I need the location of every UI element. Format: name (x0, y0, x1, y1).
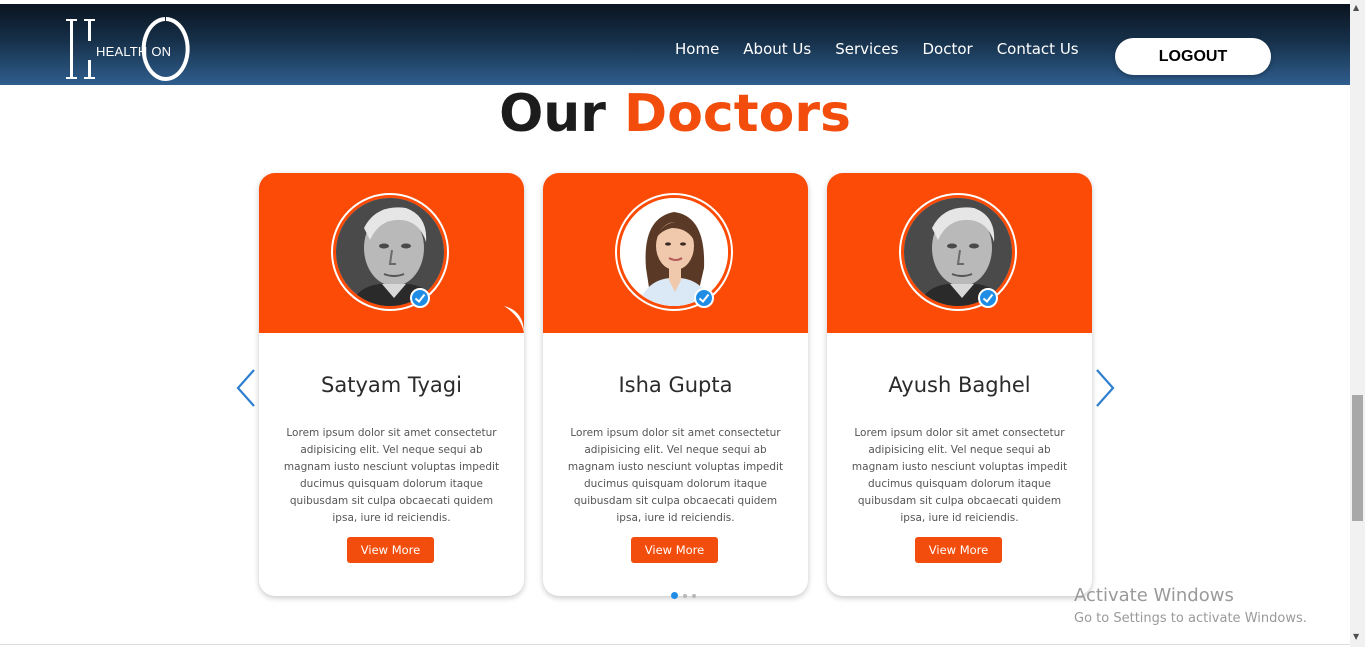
logout-button[interactable]: LOGOUT (1115, 38, 1271, 75)
scroll-up-arrow-icon[interactable]: ▲ (1353, 4, 1359, 12)
verified-badge-icon (978, 288, 998, 308)
bottom-divider (0, 644, 1350, 645)
carousel-next-button[interactable] (1094, 368, 1116, 408)
nav-links: Home About Us Services Doctor Contact Us (675, 40, 1079, 58)
carousel-pagination (671, 592, 696, 599)
verified-badge-icon (694, 288, 714, 308)
title-part-our: Our (499, 84, 606, 144)
card-curve-shape (827, 333, 1092, 363)
doctor-card: Ayush Baghel Lorem ipsum dolor sit amet … (827, 173, 1092, 596)
activate-windows-subtitle: Go to Settings to activate Windows. (1074, 611, 1307, 626)
section-title: Our Doctors (0, 84, 1350, 144)
nav-doctor[interactable]: Doctor (922, 40, 972, 58)
activate-windows-title: Activate Windows (1074, 585, 1234, 606)
page: HEALTH ON Home About Us Services Doctor … (0, 0, 1365, 647)
card-curve-shape (259, 306, 524, 363)
doctor-name: Satyam Tyagi (321, 373, 462, 397)
pagination-dot-active[interactable] (671, 592, 678, 599)
card-curve-shape (543, 333, 808, 363)
doctor-name: Ayush Baghel (888, 373, 1031, 397)
doctor-card: Isha Gupta Lorem ipsum dolor sit amet co… (543, 173, 808, 596)
logo[interactable]: HEALTH ON (66, 16, 191, 82)
pagination-dot[interactable] (683, 593, 687, 598)
doctor-name: Isha Gupta (618, 373, 733, 397)
doctor-description: Lorem ipsum dolor sit amet consectetur a… (851, 427, 1068, 524)
nav-about-us[interactable]: About Us (743, 40, 811, 58)
chevron-left-icon (236, 369, 255, 407)
doctor-card: Satyam Tyagi Lorem ipsum dolor sit amet … (259, 173, 524, 596)
logo-text: HEALTH ON (96, 44, 172, 59)
nav-contact-us[interactable]: Contact Us (997, 40, 1079, 58)
view-more-button[interactable]: View More (631, 537, 718, 563)
scrollbar-thumb[interactable] (1352, 395, 1363, 521)
verified-badge-icon (410, 288, 430, 308)
doctor-description: Lorem ipsum dolor sit amet consectetur a… (283, 427, 500, 524)
view-more-button[interactable]: View More (347, 537, 434, 563)
title-part-doctors: Doctors (624, 84, 851, 144)
doctor-description: Lorem ipsum dolor sit amet consectetur a… (567, 427, 784, 524)
pagination-dot[interactable] (692, 593, 696, 598)
carousel-prev-button[interactable] (235, 368, 257, 408)
view-more-button[interactable]: View More (915, 537, 1002, 563)
nav-services[interactable]: Services (835, 40, 898, 58)
navbar: HEALTH ON Home About Us Services Doctor … (0, 4, 1350, 85)
nav-home[interactable]: Home (675, 40, 719, 58)
scroll-down-arrow-icon[interactable]: ▼ (1353, 633, 1359, 641)
page-scrollbar[interactable]: ▲ ▼ (1350, 0, 1365, 647)
chevron-right-icon (1096, 369, 1115, 407)
